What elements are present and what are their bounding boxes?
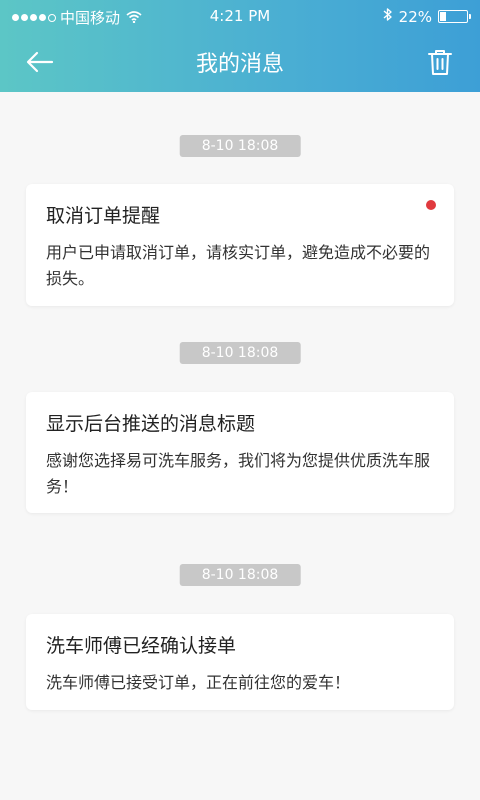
message-time: 8-10 18:08 (179, 564, 301, 586)
battery-percent: 22% (398, 7, 432, 26)
delete-button[interactable] (422, 44, 458, 80)
battery-icon (438, 10, 471, 23)
status-bar: 中国移动 4:21 PM 22% (0, 0, 480, 32)
message-time: 8-10 18:08 (179, 342, 301, 364)
message-body: 用户已申请取消订单，请核实订单，避免造成不必要的损失。 (46, 243, 431, 288)
status-right: 22% (383, 7, 471, 26)
status-left: 中国移动 (12, 7, 142, 28)
message-title: 显示后台推送的消息标题 (46, 413, 256, 435)
arrow-left-icon (26, 51, 54, 73)
nav-bar: 我的消息 (0, 32, 480, 92)
signal-icon (12, 13, 56, 22)
unread-indicator (426, 200, 436, 210)
page-title: 我的消息 (195, 52, 284, 77)
message-card[interactable]: 取消订单提醒 用户已申请取消订单，请核实订单，避免造成不必要的损失。 (26, 184, 454, 306)
bluetooth-icon (383, 7, 393, 26)
message-body: 洗车师傅已接受订单，正在前往您的爱车！ (46, 673, 351, 692)
message-body: 感谢您选择易可洗车服务，我们将为您提供优质洗车服务！ (46, 451, 431, 496)
wifi-icon (126, 9, 142, 27)
message-card[interactable]: 洗车师傅已经确认接单 洗车师傅已接受订单，正在前往您的爱车！ (26, 614, 454, 710)
message-time: 8-10 18:08 (179, 135, 301, 157)
message-title: 取消订单提醒 (46, 205, 161, 227)
message-title: 洗车师傅已经确认接单 (46, 635, 237, 657)
app-header: 中国移动 4:21 PM 22% 我的消息 (0, 0, 480, 92)
back-button[interactable] (20, 44, 60, 80)
trash-icon (428, 50, 452, 75)
carrier-label: 中国移动 (60, 9, 121, 27)
message-card[interactable]: 显示后台推送的消息标题 感谢您选择易可洗车服务，我们将为您提供优质洗车服务！ (26, 392, 454, 513)
